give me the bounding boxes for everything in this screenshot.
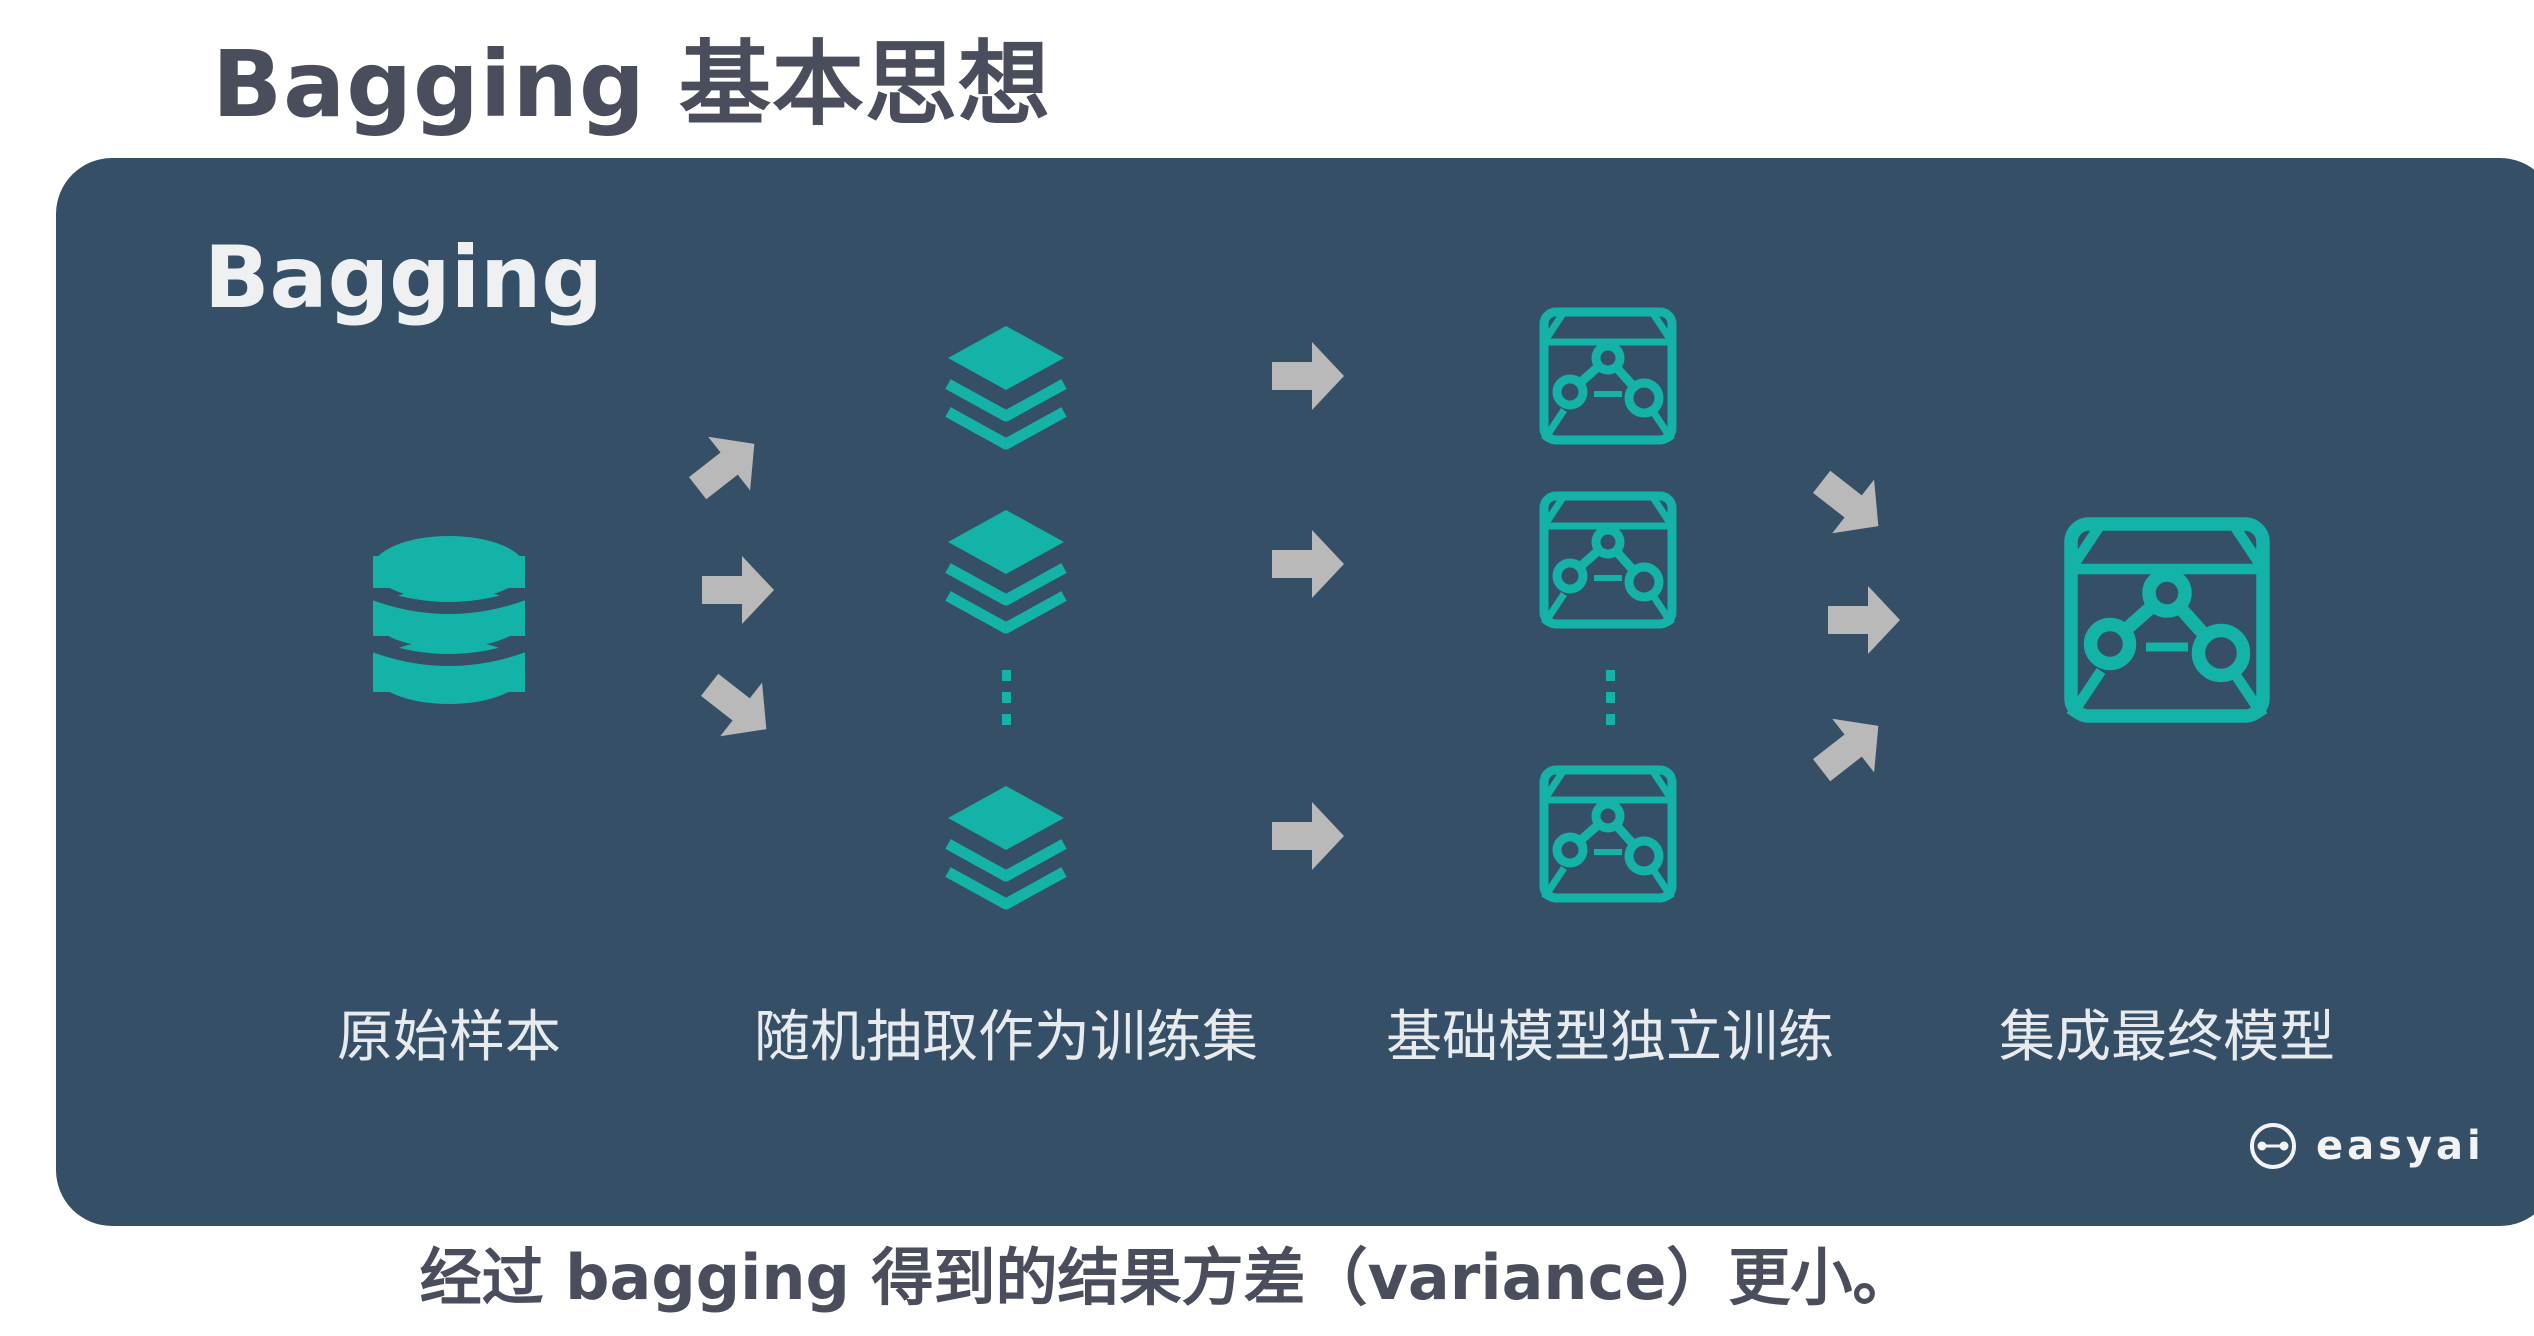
arrow-icon bbox=[1272, 530, 1344, 598]
arrow-icon bbox=[702, 556, 774, 624]
stage-label-final-model: 集成最终模型 bbox=[1999, 1005, 2335, 1070]
vertical-ellipsis-icon bbox=[1606, 670, 1615, 725]
arrow-icon bbox=[1272, 342, 1344, 410]
model-box-icon bbox=[1544, 496, 1672, 624]
brand-name: easyai bbox=[2316, 1123, 2485, 1169]
arrow-icon bbox=[1828, 586, 1900, 654]
layers-icon bbox=[948, 786, 1064, 904]
arrow-icon bbox=[1272, 802, 1344, 870]
easyai-logo-icon bbox=[2250, 1123, 2296, 1169]
bagging-diagram bbox=[370, 0, 2534, 1336]
vertical-ellipsis-icon bbox=[1002, 670, 1011, 725]
stage-label-base-model-training: 基础模型独立训练 bbox=[1386, 1005, 1834, 1070]
brand-logo: easyai bbox=[2248, 1116, 2485, 1176]
arrow-icon bbox=[1800, 455, 1900, 553]
arrow-icon bbox=[1800, 699, 1900, 797]
layers-icon bbox=[948, 326, 1064, 444]
arrow-icon bbox=[676, 417, 776, 515]
layers-icon bbox=[948, 510, 1064, 628]
model-box-icon bbox=[1544, 312, 1672, 440]
slide-caption: 经过 bagging 得到的结果方差（variance）更小。 bbox=[419, 1241, 1915, 1314]
database-icon bbox=[370, 536, 528, 704]
final-model-icon bbox=[2071, 524, 2263, 716]
stage-label-random-sampling: 随机抽取作为训练集 bbox=[754, 1005, 1258, 1070]
arrow-icon bbox=[688, 658, 788, 756]
model-box-icon bbox=[1544, 770, 1672, 898]
stage-label-original-samples: 原始样本 bbox=[337, 1005, 561, 1070]
